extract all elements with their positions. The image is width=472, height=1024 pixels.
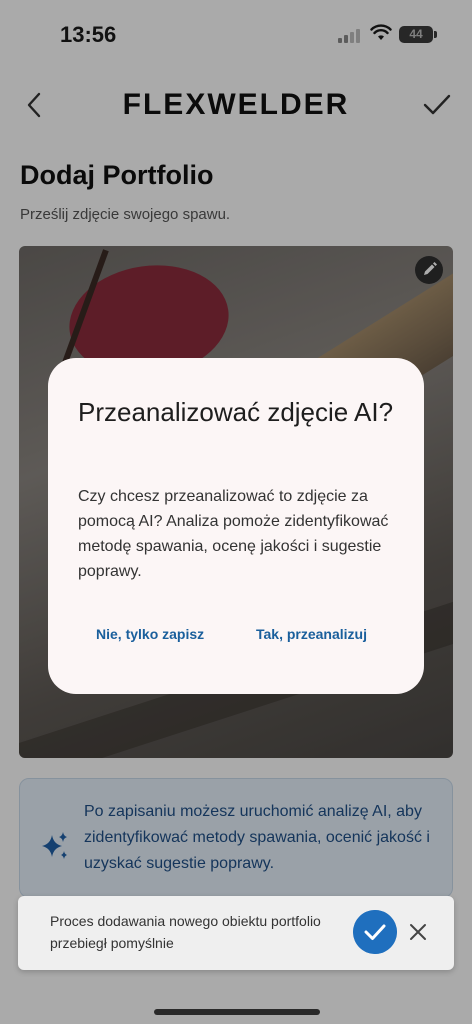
home-indicator[interactable] [154, 1009, 320, 1015]
success-check-icon [353, 910, 397, 954]
ai-analysis-dialog: Przeanalizować zdjęcie AI? Czy chcesz pr… [48, 358, 424, 694]
dialog-body: Czy chcesz przeanalizować to zdjęcie za … [78, 488, 389, 580]
close-icon[interactable] [406, 920, 430, 944]
dialog-title: Przeanalizować zdjęcie AI? [78, 397, 394, 427]
save-only-button[interactable]: Nie, tylko zapisz [96, 626, 204, 642]
snackbar-message: Proces dodawania nowego obiektu portfoli… [50, 913, 321, 951]
success-snackbar: Proces dodawania nowego obiektu portfoli… [18, 896, 454, 970]
analyze-button[interactable]: Tak, przeanalizuj [256, 626, 367, 642]
